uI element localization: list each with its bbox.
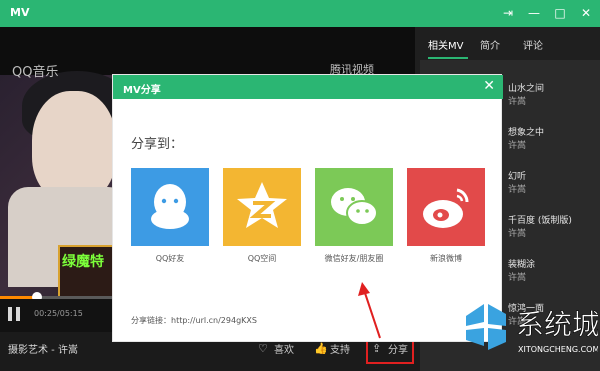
- mv-artist: 许嵩: [508, 97, 527, 107]
- red-arrow-annotation: [358, 282, 381, 339]
- mv-artist: 许嵩: [508, 229, 527, 239]
- mv-artist: 许嵩: [508, 141, 527, 151]
- share-qq-label: QQ好友: [155, 254, 185, 263]
- mv-title: 幻听: [508, 172, 527, 182]
- like-button[interactable]: ♡ 喜欢: [258, 341, 294, 356]
- close-icon[interactable]: ✕: [578, 4, 594, 22]
- heart-icon: ♡: [258, 341, 268, 355]
- mv-window: MV ⇥ — □ ✕ QQ音乐 腾讯视频 绿魔特 00:25/05:15 摄影艺…: [0, 0, 600, 371]
- share-qq-button[interactable]: [131, 168, 209, 246]
- pause-button[interactable]: [8, 307, 20, 321]
- pin-icon[interactable]: ⇥: [500, 4, 516, 22]
- minimize-icon[interactable]: —: [526, 4, 542, 22]
- mv-artist: 许嵩: [508, 185, 527, 195]
- share-wechat-button[interactable]: [315, 168, 393, 246]
- share-wechat-label: 微信好友/朋友圈: [324, 254, 384, 263]
- tab-comments[interactable]: 评论: [523, 37, 543, 52]
- qq-icon: [151, 184, 189, 229]
- mv-title: 千百度 (饭制版): [508, 216, 572, 226]
- weibo-icon: [423, 188, 469, 228]
- pause-bar-right: [16, 307, 20, 321]
- side-tabs: 相关MV 简介 评论: [420, 27, 600, 60]
- window-title: MV: [10, 6, 30, 19]
- watermark-logo: 系统城 XITONGCHENG.COM: [466, 304, 598, 354]
- mv-title: 装糊涂: [508, 260, 536, 270]
- close-icon[interactable]: ✕: [483, 78, 495, 94]
- support-label: 支持: [330, 345, 350, 356]
- share-link-text[interactable]: 分享链接：http://url.cn/294gKXS: [131, 315, 257, 326]
- watermark-text: 系统城: [516, 308, 598, 341]
- pause-bar-left: [8, 307, 12, 321]
- share-qzone-button[interactable]: [223, 168, 301, 246]
- title-bar[interactable]: MV ⇥ — □ ✕: [0, 0, 600, 27]
- time-readout: 00:25/05:15: [34, 309, 83, 318]
- share-dialog-title: MV分享: [123, 85, 161, 96]
- wechat-icon: [331, 188, 378, 226]
- mv-title: 山水之间: [508, 84, 545, 94]
- mv-title: 想象之中: [508, 128, 545, 138]
- windows-logo-icon: [466, 304, 506, 350]
- share-qzone-label: QQ空间: [247, 254, 277, 263]
- window-controls: ⇥ — □ ✕: [500, 4, 594, 22]
- thumbs-up-icon: 👍: [314, 341, 328, 355]
- share-dialog: MV分享 ✕ 分享到： QQ好友 QQ空间 微信好友/朋友圈 新浪微博 分享链接…: [112, 74, 503, 342]
- active-tab-indicator: [428, 57, 468, 59]
- support-button[interactable]: 👍 支持: [314, 341, 350, 356]
- qq-music-logo: QQ音乐: [12, 65, 59, 80]
- share-weibo-label: 新浪微博: [430, 254, 462, 263]
- watermark-url: XITONGCHENG.COM: [518, 345, 598, 354]
- share-weibo-button[interactable]: [407, 168, 485, 246]
- qzone-star-icon: [237, 182, 287, 228]
- tab-related-mv[interactable]: 相关MV: [428, 37, 463, 52]
- share-to-label: 分享到：: [131, 137, 184, 152]
- song-title: 摄影艺术 - 许嵩: [8, 345, 78, 356]
- maximize-icon[interactable]: □: [552, 4, 568, 22]
- video-person-face: [32, 91, 116, 201]
- tab-intro[interactable]: 简介: [480, 37, 500, 52]
- like-label: 喜欢: [274, 345, 294, 356]
- mv-artist: 许嵩: [508, 273, 527, 283]
- share-dialog-header[interactable]: MV分享 ✕: [113, 75, 503, 99]
